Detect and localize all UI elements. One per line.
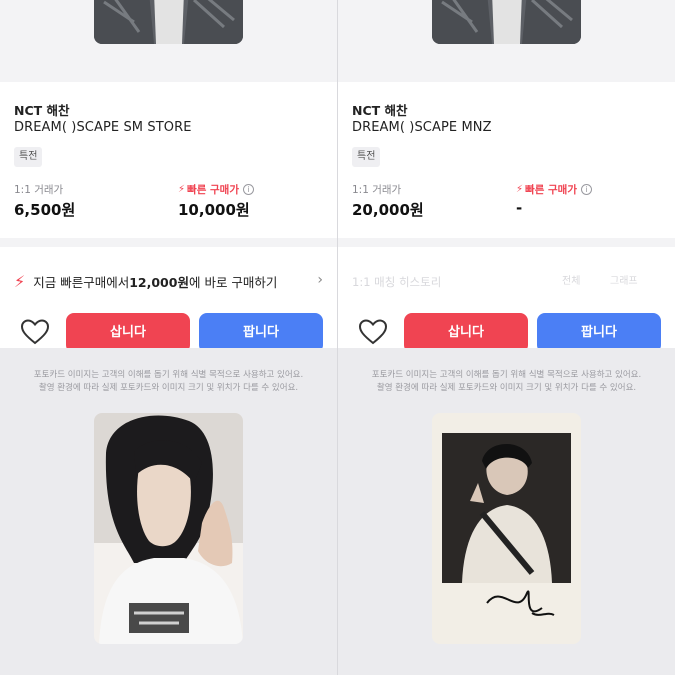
- buy-button[interactable]: 삽니다: [66, 313, 190, 353]
- listing-pane-left: NCT 해찬 DREAM( )SCAPE SM STORE 특전 1:1 거래가…: [0, 0, 337, 675]
- last-trade-label: 1:1 거래가: [352, 184, 402, 196]
- fast-buy-price: -: [516, 199, 523, 217]
- notice-line-2: 촬영 환경에 따라 실제 포토카드와 이미지 크기 및 위치가 다를 수 있어요…: [38, 383, 299, 393]
- fast-buy-label: 빠른 구매가: [187, 184, 239, 196]
- chip-all[interactable]: 전체: [562, 272, 580, 287]
- heart-icon[interactable]: [20, 318, 50, 346]
- badge-tag: 특전: [352, 147, 381, 167]
- notice-line-1: 포토카드 이미지는 고객의 이해를 돕기 위해 식별 목적으로 사용하고 있어요…: [371, 370, 642, 380]
- image-notice: 포토카드 이미지는 고객의 이해를 돕기 위해 식별 목적으로 사용하고 있어요…: [338, 369, 675, 395]
- banner-prefix: 지금 빠른구매에서: [33, 275, 130, 290]
- album-title: DREAM( )SCAPE SM STORE: [14, 120, 192, 135]
- matching-history-title: 1:1 매칭 히스토리: [352, 275, 442, 289]
- badge-tag: 특전: [14, 147, 43, 167]
- album-title: DREAM( )SCAPE MNZ: [352, 120, 492, 135]
- last-trade-label: 1:1 거래가: [14, 184, 64, 196]
- fast-buy-price: 10,000원: [178, 201, 250, 219]
- chevron-right-icon[interactable]: ›: [317, 272, 323, 288]
- buy-button[interactable]: 삽니다: [404, 313, 528, 353]
- sell-button[interactable]: 팝니다: [199, 313, 323, 353]
- fast-buy-label-group[interactable]: ⚡ 빠른 구매가 i: [516, 182, 592, 197]
- section-divider: [0, 238, 337, 247]
- info-icon[interactable]: i: [581, 184, 592, 195]
- heart-icon[interactable]: [358, 318, 388, 346]
- last-trade-price: 6,500원: [14, 201, 76, 219]
- fast-buy-banner[interactable]: ⚡ 지금 빠른구매에서 12,000원 에 바로 구매하기: [14, 272, 277, 291]
- section-divider: [338, 238, 675, 247]
- sell-button[interactable]: 팝니다: [537, 313, 661, 353]
- photocard-image[interactable]: [432, 413, 581, 644]
- fast-buy-label: 빠른 구매가: [525, 184, 577, 196]
- banner-amount: 12,000원: [129, 275, 189, 290]
- artist-name: NCT 해찬: [352, 103, 408, 118]
- notice-line-1: 포토카드 이미지는 고객의 이해를 돕기 위해 식별 목적으로 사용하고 있어요…: [33, 370, 304, 380]
- photocard-thumbnail[interactable]: [432, 0, 581, 44]
- photocard-thumbnail[interactable]: [94, 0, 243, 44]
- photocard-image[interactable]: [94, 413, 243, 644]
- listing-pane-right: NCT 해찬 DREAM( )SCAPE MNZ 특전 1:1 거래가 20,0…: [338, 0, 675, 675]
- fast-buy-label-group[interactable]: ⚡ 빠른 구매가 i: [178, 182, 254, 197]
- image-notice: 포토카드 이미지는 고객의 이해를 돕기 위해 식별 목적으로 사용하고 있어요…: [0, 369, 337, 395]
- banner-suffix: 에 바로 구매하기: [188, 275, 278, 290]
- last-trade-price: 20,000원: [352, 201, 424, 219]
- bolt-icon: ⚡: [178, 184, 186, 195]
- notice-line-2: 촬영 환경에 따라 실제 포토카드와 이미지 크기 및 위치가 다를 수 있어요…: [376, 383, 637, 393]
- artist-name: NCT 해찬: [14, 103, 70, 118]
- bolt-icon: ⚡: [516, 184, 524, 195]
- chip-graph[interactable]: 그래프: [610, 272, 638, 287]
- info-icon[interactable]: i: [243, 184, 254, 195]
- bolt-icon: ⚡: [14, 272, 26, 291]
